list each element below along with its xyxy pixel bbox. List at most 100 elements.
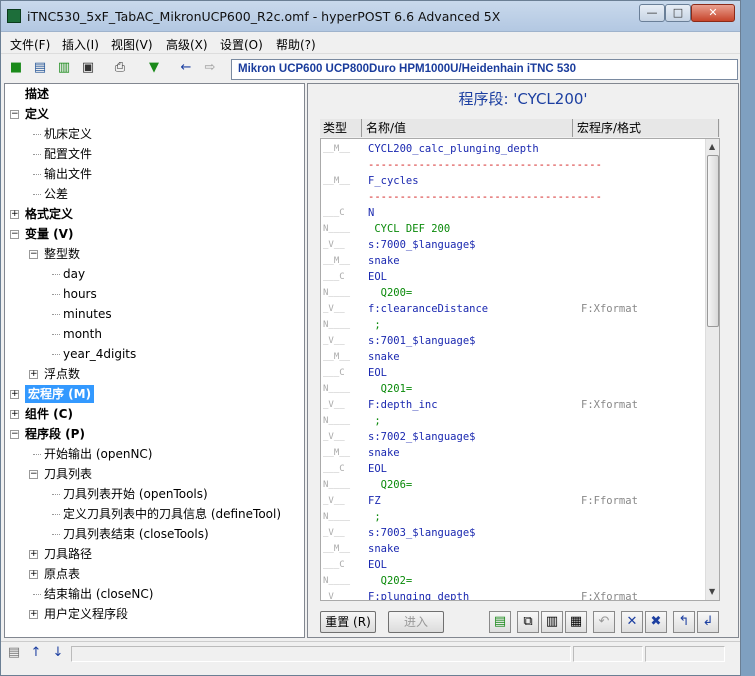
filter-icon[interactable]: ▼ [145,59,163,77]
save-icon[interactable]: ▣ [79,59,97,77]
scroll-up-icon[interactable]: ▲ [709,142,715,151]
tree-item[interactable]: day [63,265,85,283]
list-item[interactable]: N____ ; [321,317,707,333]
new-icon[interactable]: ■ [7,59,25,77]
delete-icon[interactable]: ✕ [621,611,643,633]
note-icon[interactable]: ▤ [5,644,23,662]
tree-item[interactable]: 用户定义程序段 [44,605,128,623]
scroll-down-icon[interactable]: ▼ [709,587,715,596]
up-arrow-icon[interactable]: ↑ [27,644,45,662]
close-button[interactable]: ✕ [691,4,735,22]
forward-arrow-icon[interactable]: ⇨ [201,59,219,77]
header-name[interactable]: 名称/值 [363,119,573,137]
list-item[interactable]: __M__ snake [321,445,707,461]
tree-item[interactable]: 定义 [25,105,49,123]
tree-item[interactable]: 输出文件 [44,165,92,183]
tree-item[interactable]: 宏程序 (M) [25,385,95,403]
list-item[interactable]: ___C EOL [321,461,707,477]
expand-icon[interactable]: + [29,610,38,619]
postprocessor-field[interactable]: Mikron UCP600 UCP800Duro HPM1000U/Heiden… [231,59,738,80]
tree-item[interactable]: 原点表 [44,565,80,583]
tree-item[interactable]: 刀具路径 [44,545,92,563]
list-item[interactable]: N____ Q202= [321,573,707,589]
list-item[interactable]: __M__ snake [321,349,707,365]
expand-icon[interactable]: + [10,410,19,419]
collapse-icon[interactable]: − [10,430,19,439]
list-item[interactable]: ___C EOL [321,557,707,573]
tree-item[interactable]: 整型数 [44,245,80,263]
tree-item[interactable]: 刀具列表开始 (openTools) [63,485,208,503]
tree-item[interactable]: 变量 (V) [25,225,73,243]
list-item[interactable]: ------------------------------------- [321,157,707,173]
paste-icon[interactable]: ▥ [541,611,563,633]
tree-item[interactable]: 机床定义 [44,125,92,143]
import-icon[interactable]: ▥ [55,59,73,77]
delete-all-icon[interactable]: ✖ [645,611,667,633]
tree-item[interactable]: 公差 [44,185,68,203]
insert-icon[interactable]: ▤ [489,611,511,633]
block-list[interactable]: __M__ CYCL200_calc_plunging_depth --------… [320,138,720,601]
tree-item[interactable]: minutes [63,305,112,323]
expand-icon[interactable]: + [29,550,38,559]
tree-item[interactable]: hours [63,285,97,303]
scroll-thumb[interactable] [707,155,719,327]
minimize-button[interactable]: — [639,4,665,22]
expand-icon[interactable]: + [10,390,19,399]
tree-item[interactable]: 浮点数 [44,365,80,383]
list-item[interactable]: ------------------------------------- [321,189,707,205]
back-arrow-icon[interactable]: ← [177,59,195,77]
enter-button[interactable]: 进入 [388,611,444,633]
menu-view[interactable]: 视图(V) [111,36,153,53]
tree-panel[interactable]: 描述 定义 − 机床定义 配置文件 输出文件 公差 格式定义 + 变量 (V) − 整型数 − day ho… [4,83,305,638]
list-item[interactable]: N____ Q201= [321,381,707,397]
tree-item[interactable]: 定义刀具列表中的刀具信息 (defineTool) [63,505,281,523]
header-format[interactable]: 宏程序/格式 [574,119,719,137]
expand-icon[interactable]: + [29,570,38,579]
tree-item[interactable]: 刀具列表结束 (closeTools) [63,525,209,543]
expand-icon[interactable]: + [10,210,19,219]
collapse-icon[interactable]: − [10,230,19,239]
reset-button[interactable]: 重置 (R) [320,611,376,633]
list-item[interactable]: ___C EOL [321,365,707,381]
list-item[interactable]: _V__ s:7003_$language$ [321,525,707,541]
menu-help[interactable]: 帮助(?) [276,36,316,53]
tree-item[interactable]: 开始输出 (openNC) [44,445,152,463]
list-item[interactable]: _V__ f:clearanceDistance F:Xformat [321,301,707,317]
menu-settings[interactable]: 设置(O) [220,36,263,53]
expand-icon[interactable]: + [29,370,38,379]
list-item[interactable]: __M__ CYCL200_calc_plunging_depth [321,141,707,157]
down-arrow-icon[interactable]: ↓ [49,644,67,662]
list-item[interactable]: N____ ; [321,413,707,429]
menu-file[interactable]: 文件(F) [10,36,50,53]
list-item[interactable]: _V__ FZ F:Fformat [321,493,707,509]
tree-item[interactable]: year_4digits [63,345,136,363]
tree-item[interactable]: 程序段 (P) [25,425,85,443]
undo-icon[interactable]: ↶ [593,611,615,633]
list-item[interactable]: ___C EOL [321,269,707,285]
print-icon[interactable]: ⎙ [111,59,129,77]
move-up-icon[interactable]: ↰ [673,611,695,633]
list-item[interactable]: __M__ snake [321,253,707,269]
list-item[interactable]: _V__ F:plunging_depth F:Xformat [321,589,707,600]
list-item[interactable]: N____ Q200= [321,285,707,301]
vertical-scrollbar[interactable]: ▲ ▼ [705,139,719,600]
tree-item[interactable]: 组件 (C) [25,405,73,423]
menu-advanced[interactable]: 高级(X) [166,36,208,53]
collapse-icon[interactable]: − [10,110,19,119]
tree-item[interactable]: 描述 [25,85,49,103]
list-item[interactable]: __M__ snake [321,541,707,557]
tree-item[interactable]: 格式定义 [25,205,73,223]
menu-insert[interactable]: 插入(I) [62,36,99,53]
header-type[interactable]: 类型 [320,119,362,137]
edit-icon[interactable]: ▦ [565,611,587,633]
list-item[interactable]: ___C N [321,205,707,221]
copy-icon[interactable]: ⧉ [517,611,539,633]
tree-item[interactable]: 配置文件 [44,145,92,163]
maximize-button[interactable]: □ [665,4,691,22]
tree-item[interactable]: 刀具列表 [44,465,92,483]
collapse-icon[interactable]: − [29,250,38,259]
list-item[interactable]: _V__ s:7001_$language$ [321,333,707,349]
list-item[interactable]: N____ ; [321,509,707,525]
list-item[interactable]: N____ Q206= [321,477,707,493]
tree-item[interactable]: 结束输出 (closeNC) [44,585,153,603]
